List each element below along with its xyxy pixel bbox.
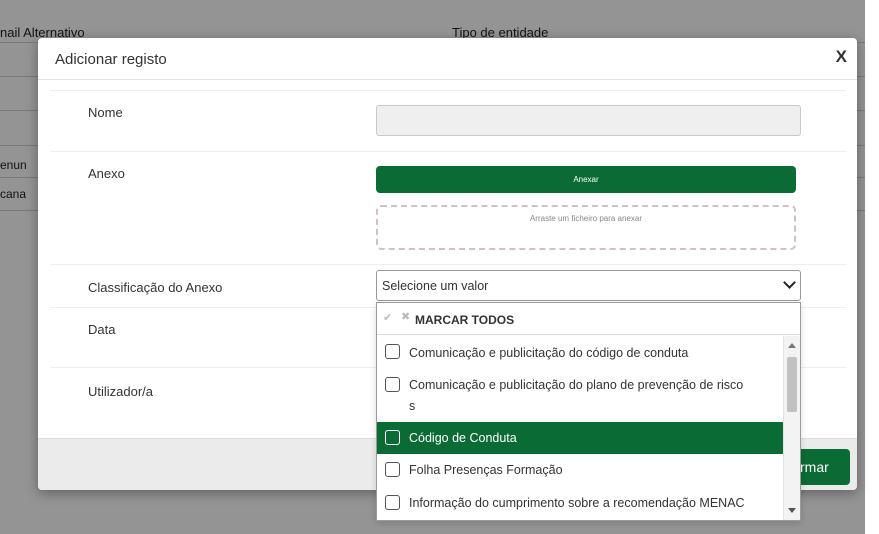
option-label: Código de Conduta [409,431,517,445]
field-row-attachment: Anexo Anexar Arraste um ficheiro para an… [50,151,846,264]
classification-label: Classificação do Anexo [88,280,223,295]
attach-button[interactable]: Anexar [376,166,796,193]
scrollbar-thumb[interactable] [787,357,797,412]
dropdown-option[interactable]: Comunicação e publicitação do plano de p… [377,369,783,421]
chevron-down-icon [783,276,796,289]
mark-all-button[interactable]: MARCAR TODOS [415,313,514,327]
dialog-title: Adicionar registo [55,51,167,68]
classification-select[interactable]: Selecione um valor [376,270,801,301]
clear-icon[interactable]: ✖ [401,310,410,323]
dropdown-option[interactable]: Folha Presenças Formação [377,454,783,486]
option-label: Comunicação e publicitação do plano de p… [409,378,744,392]
option-label: Folha Presenças Formação [409,463,563,477]
name-input[interactable] [376,105,801,136]
dropdown-scrollbar[interactable] [783,336,800,520]
checkbox[interactable] [385,430,400,445]
classification-dropdown: ✔ ✖ MARCAR TODOS Comunicação e publicita… [376,302,801,521]
dropdown-toolbar: ✔ ✖ MARCAR TODOS [377,303,800,335]
option-label-continued: s [409,399,416,413]
field-row-name: Nome [50,90,846,151]
page-edge [865,0,879,534]
option-label: Comunicação e publicitação do código de … [409,346,689,360]
dialog-header: Adicionar registo X [38,38,857,80]
checkbox[interactable] [385,344,400,359]
confirm-label: rmar [800,459,829,475]
checkbox[interactable] [385,377,400,392]
dropdown-options: Comunicação e publicitação do código de … [377,336,783,520]
checkbox[interactable] [385,462,400,477]
file-drop-zone[interactable]: Arraste um ficheiro para anexar [376,205,796,250]
attachment-label: Anexo [88,166,125,181]
option-label: Informação do cumprimento sobre a recome… [409,496,745,510]
name-label: Nome [88,105,123,120]
dropdown-option-highlighted[interactable]: Código de Conduta [377,422,783,454]
dropdown-option[interactable]: Informação do cumprimento sobre a recome… [377,487,783,520]
check-icon[interactable]: ✔ [383,311,392,324]
checkbox[interactable] [385,495,400,510]
user-label: Utilizador/a [88,384,154,399]
date-label: Data [88,322,116,337]
scroll-up-icon[interactable] [788,343,796,348]
dropdown-option[interactable]: Comunicação e publicitação do código de … [377,336,783,369]
drop-zone-text: Arraste um ficheiro para anexar [529,214,643,223]
select-placeholder: Selecione um valor [382,279,489,293]
field-row-classification: Classificação do Anexo Selecione um valo… [50,264,846,307]
close-icon[interactable]: X [836,47,847,67]
scroll-down-icon[interactable] [788,508,796,513]
